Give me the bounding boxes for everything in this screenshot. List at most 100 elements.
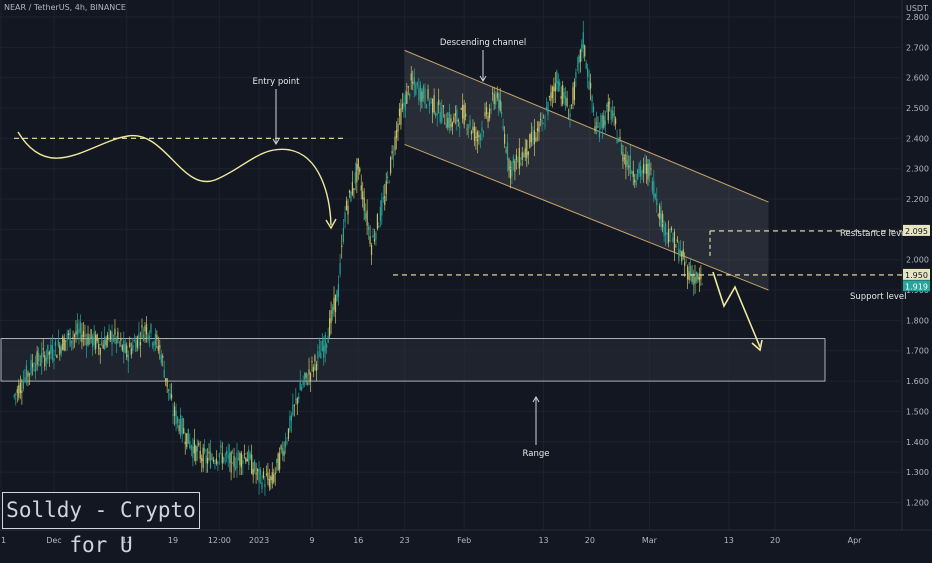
- candle-body: [35, 363, 37, 372]
- candle-body: [283, 450, 285, 456]
- series-point: [430, 101, 432, 103]
- candle-body: [312, 367, 315, 372]
- series-point: [298, 392, 300, 394]
- candle-body: [277, 453, 279, 471]
- candle-body: [309, 373, 312, 381]
- candle-body: [90, 329, 92, 339]
- candle-body: [598, 130, 601, 138]
- candle-body: [366, 210, 368, 226]
- candle-body: [301, 386, 303, 390]
- series-point: [509, 168, 512, 170]
- candle-body: [186, 433, 188, 448]
- candle-body: [463, 104, 465, 125]
- candle-body: [533, 130, 535, 145]
- candle-body: [573, 81, 576, 100]
- candle-body: [667, 229, 670, 243]
- series-point: [595, 131, 598, 133]
- candle-body: [163, 369, 165, 378]
- candle-body: [448, 112, 450, 129]
- candle-body: [190, 445, 192, 451]
- candle-body: [672, 237, 674, 242]
- candle-body: [209, 451, 212, 468]
- candle-body: [187, 428, 189, 444]
- candle-body: [317, 351, 319, 359]
- candle-body: [274, 472, 276, 475]
- candle-body: [354, 172, 356, 184]
- candle-body: [631, 171, 633, 174]
- candle-body: [248, 449, 250, 466]
- candle-body: [243, 453, 245, 455]
- candle-body: [273, 474, 275, 483]
- candle-body: [198, 443, 200, 445]
- candle-body: [314, 355, 316, 362]
- candle-body: [348, 190, 351, 193]
- candle-body: [560, 96, 562, 99]
- candle-body: [36, 351, 38, 365]
- candle-body: [70, 340, 73, 344]
- candle-body: [363, 197, 365, 211]
- candle-body: [33, 368, 35, 371]
- candle-body: [570, 104, 573, 106]
- series-point: [622, 152, 624, 155]
- candle-body: [62, 336, 64, 351]
- candle-body: [183, 428, 185, 434]
- candle-body: [372, 235, 374, 238]
- price-chart[interactable]: 2.8002.7002.6002.5002.4002.3002.2002.100…: [0, 0, 932, 550]
- candle-body: [454, 113, 456, 117]
- candle-body: [160, 354, 162, 364]
- candle-body: [98, 344, 100, 350]
- candle-body: [641, 171, 643, 173]
- series-point: [582, 40, 584, 42]
- candle-body: [30, 359, 32, 374]
- candle-body: [99, 348, 101, 355]
- candle-body: [478, 135, 480, 138]
- candle-body: [177, 417, 179, 424]
- candle-body: [512, 156, 515, 163]
- candle-body: [72, 337, 74, 339]
- candle-body: [425, 104, 428, 109]
- candle-body: [412, 81, 414, 84]
- candle-body: [373, 239, 376, 242]
- candle-body: [85, 339, 88, 346]
- candle-body: [391, 151, 393, 154]
- x-tick-label: 16: [353, 536, 363, 545]
- x-tick-label: 19: [168, 536, 178, 545]
- candle-body: [60, 347, 62, 354]
- candle-body: [139, 341, 142, 346]
- y-tick-label: 2.300: [906, 165, 929, 174]
- candle-body: [407, 86, 409, 88]
- candle-body: [482, 131, 485, 133]
- candle-body: [287, 428, 290, 439]
- candle-body: [666, 232, 668, 234]
- candle-body: [466, 128, 468, 130]
- candle-body: [92, 336, 94, 347]
- candle-body: [19, 382, 21, 394]
- candle-body: [472, 126, 474, 131]
- candle-body: [201, 458, 203, 462]
- candle-body: [311, 361, 313, 363]
- candle-body: [112, 338, 115, 341]
- candle-body: [170, 394, 173, 398]
- candle-body: [315, 364, 317, 372]
- series-point: [662, 222, 664, 224]
- candle-body: [447, 118, 449, 128]
- candle-body: [357, 158, 359, 170]
- candle-body: [208, 451, 210, 454]
- candle-body: [427, 88, 429, 99]
- candle-body: [441, 107, 443, 123]
- candle-body: [236, 452, 238, 469]
- candle-body: [495, 97, 497, 105]
- candle-body: [229, 453, 231, 464]
- series-point: [13, 395, 15, 397]
- candle-body: [610, 109, 612, 120]
- candle-body: [38, 352, 40, 362]
- series-point: [245, 453, 247, 455]
- candle-body: [487, 115, 489, 122]
- candle-body: [422, 86, 425, 99]
- candle-body: [214, 462, 216, 464]
- candle-body: [193, 439, 195, 454]
- candle-body: [591, 95, 593, 102]
- candle-body: [601, 115, 603, 128]
- candle-body: [616, 139, 618, 144]
- series-point: [384, 198, 386, 200]
